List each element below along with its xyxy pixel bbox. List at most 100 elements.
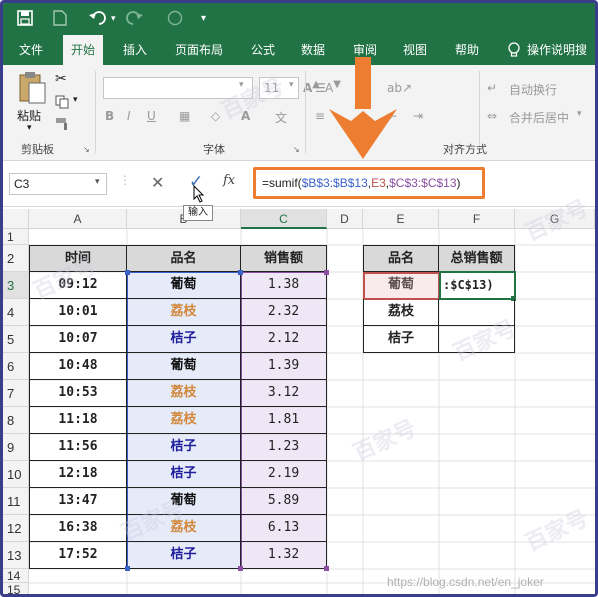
undo-icon[interactable] xyxy=(89,10,107,31)
name-box[interactable]: C3 xyxy=(9,173,107,195)
col-header-G[interactable]: G xyxy=(515,209,595,229)
tab-data[interactable]: 数据 xyxy=(293,35,333,65)
merge-center-icon[interactable]: ⇔ xyxy=(487,109,497,123)
format-painter-icon[interactable] xyxy=(55,117,71,134)
col-header-E[interactable]: E xyxy=(363,209,439,229)
customize-qat-icon[interactable]: ▾ xyxy=(201,10,206,28)
merge-center-button[interactable]: 合并后居中 xyxy=(509,109,569,126)
redo-icon[interactable] xyxy=(125,10,143,31)
table-cell-time[interactable]: 09:12 xyxy=(29,272,127,299)
table-cell-time[interactable]: 13:47 xyxy=(29,488,127,515)
table-cell-time[interactable]: 10:48 xyxy=(29,353,127,380)
table-cell-product[interactable]: 桔子 xyxy=(127,461,241,488)
align-top-icon[interactable]: ☰ xyxy=(315,81,326,95)
table-cell-product[interactable]: 荔枝 xyxy=(127,299,241,326)
table-cell-product[interactable]: 葡萄 xyxy=(127,488,241,515)
font-name-dropdown-icon[interactable]: ▾ xyxy=(239,80,244,90)
table-cell-product[interactable]: 荔枝 xyxy=(127,515,241,542)
formula-input[interactable]: =sumif($B$3:$B$13,E3,$C$3:$C$13) xyxy=(253,167,485,199)
table-cell-time[interactable]: 12:18 xyxy=(29,461,127,488)
row-header-15[interactable]: 15 xyxy=(3,583,29,594)
row-header-5[interactable]: 5 xyxy=(3,326,29,353)
tab-file[interactable]: 文件 xyxy=(11,35,51,65)
row-header-12[interactable]: 12 xyxy=(3,515,29,542)
tab-page-layout[interactable]: 页面布局 xyxy=(167,35,231,65)
circle-icon[interactable] xyxy=(167,10,183,31)
lightbulb-icon[interactable] xyxy=(507,42,521,61)
summary-cell-product[interactable]: 桔子 xyxy=(363,326,439,353)
table-cell-sales[interactable]: 5.89 xyxy=(241,488,327,515)
tab-insert[interactable]: 插入 xyxy=(115,35,155,65)
border-icon[interactable]: ▦ xyxy=(179,109,190,123)
wrap-text-button[interactable]: 自动换行 xyxy=(509,81,557,98)
tab-formulas[interactable]: 公式 xyxy=(243,35,283,65)
row-header-14[interactable]: 14 xyxy=(3,569,29,583)
table-cell-time[interactable]: 10:07 xyxy=(29,326,127,353)
underline-icon[interactable]: U xyxy=(147,109,156,123)
col-header-C[interactable]: C xyxy=(241,209,327,229)
merge-dropdown-icon[interactable]: ▾ xyxy=(577,109,582,119)
tab-help[interactable]: 帮助 xyxy=(447,35,487,65)
table-cell-sales[interactable]: 1.38 xyxy=(241,272,327,299)
tab-home[interactable]: 开始 xyxy=(63,35,104,65)
table-cell-product[interactable]: 桔子 xyxy=(127,542,241,569)
table-cell-sales[interactable]: 2.12 xyxy=(241,326,327,353)
row-header-4[interactable]: 4 xyxy=(3,299,29,326)
summary-cell-product[interactable]: 荔枝 xyxy=(363,299,439,326)
row-header-11[interactable]: 11 xyxy=(3,488,29,515)
tell-me-search[interactable]: 操作说明搜 xyxy=(527,35,587,65)
table-cell-product[interactable]: 桔子 xyxy=(127,434,241,461)
font-color-icon[interactable]: A xyxy=(241,109,250,123)
summary-header-product[interactable]: 品名 xyxy=(363,245,439,272)
tab-view[interactable]: 视图 xyxy=(395,35,435,65)
range-handle[interactable] xyxy=(238,566,243,571)
cut-icon[interactable]: ✂ xyxy=(55,71,67,87)
phonetic-icon[interactable]: 文 xyxy=(275,109,287,126)
row-header-6[interactable]: 6 xyxy=(3,353,29,380)
orientation-icon[interactable]: ab↗ xyxy=(387,81,412,95)
decrease-font-icon[interactable]: A▼ xyxy=(325,79,341,95)
range-handle[interactable] xyxy=(125,566,130,571)
range-handle[interactable] xyxy=(238,270,243,275)
row-header-3[interactable]: 3 xyxy=(3,272,29,299)
paste-label[interactable]: 粘贴 xyxy=(17,107,41,124)
table-cell-time[interactable]: 17:52 xyxy=(29,542,127,569)
active-cell-editor[interactable]: :$C$13) xyxy=(441,273,513,298)
col-header-D[interactable]: D xyxy=(327,209,363,229)
italic-icon[interactable]: I xyxy=(127,109,131,123)
range-handle[interactable] xyxy=(324,270,329,275)
new-file-icon[interactable] xyxy=(53,10,67,31)
copy-dropdown-icon[interactable]: ▾ xyxy=(73,95,78,105)
clipboard-launcher-icon[interactable]: ↘ xyxy=(83,145,90,154)
table-cell-product[interactable]: 葡萄 xyxy=(127,353,241,380)
table-header-sales[interactable]: 销售额 xyxy=(241,245,327,272)
summary-cell-total[interactable] xyxy=(439,326,515,353)
name-box-dropdown-icon[interactable]: ▾ xyxy=(95,177,100,187)
table-cell-time[interactable]: 11:18 xyxy=(29,407,127,434)
undo-dropdown-icon[interactable]: ▾ xyxy=(111,10,116,28)
increase-indent-icon[interactable]: ⇥ xyxy=(413,109,423,123)
wrap-text-icon[interactable]: ↵ xyxy=(487,81,497,95)
col-header-A[interactable]: A xyxy=(29,209,127,229)
col-header-F[interactable]: F xyxy=(439,209,515,229)
summary-header-total[interactable]: 总销售额 xyxy=(439,245,515,272)
table-cell-sales[interactable]: 2.19 xyxy=(241,461,327,488)
table-cell-sales[interactable]: 3.12 xyxy=(241,380,327,407)
table-header-product[interactable]: 品名 xyxy=(127,245,241,272)
paste-icon[interactable] xyxy=(17,71,47,108)
table-cell-sales[interactable]: 6.13 xyxy=(241,515,327,542)
table-header-time[interactable]: 时间 xyxy=(29,245,127,272)
copy-icon[interactable] xyxy=(55,95,69,112)
select-all-corner[interactable] xyxy=(3,209,29,229)
row-header-1[interactable]: 1 xyxy=(3,229,29,245)
range-handle[interactable] xyxy=(125,270,130,275)
table-cell-sales[interactable]: 1.23 xyxy=(241,434,327,461)
font-size-dropdown-icon[interactable]: ▾ xyxy=(289,80,294,90)
table-cell-sales[interactable]: 1.32 xyxy=(241,542,327,569)
table-cell-product[interactable]: 荔枝 xyxy=(127,380,241,407)
table-cell-product[interactable]: 桔子 xyxy=(127,326,241,353)
range-handle[interactable] xyxy=(324,566,329,571)
table-cell-sales[interactable]: 1.39 xyxy=(241,353,327,380)
table-cell-product[interactable]: 葡萄 xyxy=(127,272,241,299)
table-cell-product[interactable]: 荔枝 xyxy=(127,407,241,434)
